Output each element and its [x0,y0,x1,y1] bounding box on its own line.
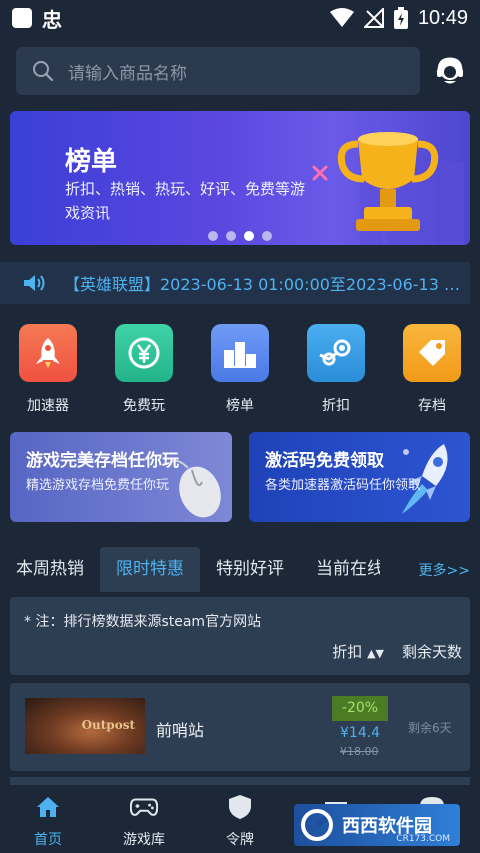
carousel-dot[interactable] [208,231,218,241]
menu-item-free-play[interactable]: 免费玩 [96,324,192,415]
notice-bar[interactable]: 【英雄联盟】2023-06-13 01:00:00至2023-06-13 1..… [0,262,470,304]
app-notification-glyph: 忠 [42,7,62,32]
search-input[interactable]: 请输入商品名称 [16,47,420,95]
sparkle-icon [312,165,328,181]
tab-limited-deals[interactable]: 限时特惠 [100,547,200,592]
ranking-banner[interactable]: 榜单 折扣、热销、热玩、好评、免费等游戏资讯 [10,111,470,245]
game-name: 前哨站 [156,721,205,740]
rocket-icon [19,324,77,382]
home-icon [34,793,62,821]
sort-days-button[interactable]: 剩余天数 [402,641,462,662]
more-link[interactable]: 更多>> [419,560,470,580]
ranking-tabs: 本周热销 限时特惠 特别好评 当前在线 更多>> [0,547,480,592]
shield-icon [226,793,254,821]
banner-title: 榜单 [65,147,118,177]
menu-label: 折扣 [322,398,350,414]
menu-item-save-data[interactable]: 存档 [384,324,480,415]
yen-icon [115,324,173,382]
carousel-dot[interactable] [226,231,236,241]
discount-badge: -20% [332,696,388,721]
wifi-icon [329,8,354,27]
carousel-dot-active[interactable] [244,231,254,241]
promo-card-save-data[interactable]: 游戏完美存档任你玩 精选游戏存档免费任你玩 [10,432,232,522]
podium-icon [211,324,269,382]
data-source-note: * 注：排行榜数据来源steam官方网站 [24,614,262,630]
carousel-dot[interactable] [262,231,272,241]
gamepad-icon [130,793,158,821]
game-thumbnail-logo: Outpost [81,718,135,732]
promo-title: 激活码免费领取 [265,451,384,471]
promo-title: 游戏完美存档任你玩 [26,451,179,471]
menu-label: 榜单 [226,398,254,414]
tab-weekly-bestseller[interactable]: 本周热销 [0,547,100,592]
menu-label: 加速器 [27,398,69,414]
nav-home[interactable]: 首页 [0,785,96,853]
sort-arrows-icon: ▲▼ [367,647,384,660]
nav-label: 首页 [34,832,62,848]
menu-item-ranking[interactable]: 榜单 [192,324,288,415]
sale-price: ¥14.4 [340,725,381,741]
speaker-icon [24,275,45,291]
promo-subtitle: 各类加速器激活码任你领取 [265,478,422,493]
quick-menu: 加速器 免费玩 榜单 折扣 存档 [0,324,480,415]
menu-label: 存档 [418,398,446,414]
clock: 10:49 [417,6,468,29]
menu-item-accelerator[interactable]: 加速器 [0,324,96,415]
site-watermark: 西西软件园 CR173.COM [294,804,460,846]
game-thumbnail: Outpost [25,698,145,754]
customer-service-icon[interactable] [434,55,466,87]
search-placeholder: 请输入商品名称 [68,63,187,84]
battery-icon [393,7,408,29]
banner-description: 折扣、热销、热玩、好评、免费等游戏资讯 [65,180,306,222]
game-list-item[interactable]: Outpost 前哨站 -20% ¥14.4 ¥18.00 剩余6天 [10,683,470,771]
tag-icon [403,324,461,382]
promo-card-activation-code[interactable]: 激活码免费领取 各类加速器激活码任你领取 [249,432,470,522]
sort-controls: 折扣 ▲▼ 剩余天数 [332,641,462,662]
ranking-info-panel: * 注：排行榜数据来源steam官方网站 折扣 ▲▼ 剩余天数 [10,597,470,675]
promo-subtitle: 精选游戏存档免费任你玩 [26,478,170,493]
nav-game-library[interactable]: 游戏库 [96,785,192,853]
sort-discount-label: 折扣 [332,643,363,661]
days-remaining: 剩余6天 [408,721,452,735]
notice-text: 【英雄联盟】2023-06-13 01:00:00至2023-06-13 1..… [64,275,464,294]
steam-icon [307,324,365,382]
search-row: 请输入商品名称 [16,47,466,97]
notification-icon [12,8,32,28]
next-list-item-peek [10,777,470,785]
trophy-icon [337,132,439,231]
search-icon [33,61,54,82]
menu-item-discount[interactable]: 折扣 [288,324,384,415]
menu-label: 免费玩 [123,398,165,414]
no-signal-icon [363,8,384,28]
status-bar: 忠 10:49 [0,0,480,36]
nav-label: 令牌 [226,832,254,848]
nav-token[interactable]: 令牌 [192,785,288,853]
carousel-indicator [208,231,272,241]
watermark-logo-icon [301,809,333,841]
tab-currently-online[interactable]: 当前在线 [300,547,380,592]
nav-label: 游戏库 [123,832,165,848]
sort-discount-button[interactable]: 折扣 ▲▼ [332,641,384,662]
tab-highly-rated[interactable]: 特别好评 [200,547,300,592]
watermark-subtext: CR173.COM [396,834,450,844]
original-price: ¥18.00 [340,745,379,758]
